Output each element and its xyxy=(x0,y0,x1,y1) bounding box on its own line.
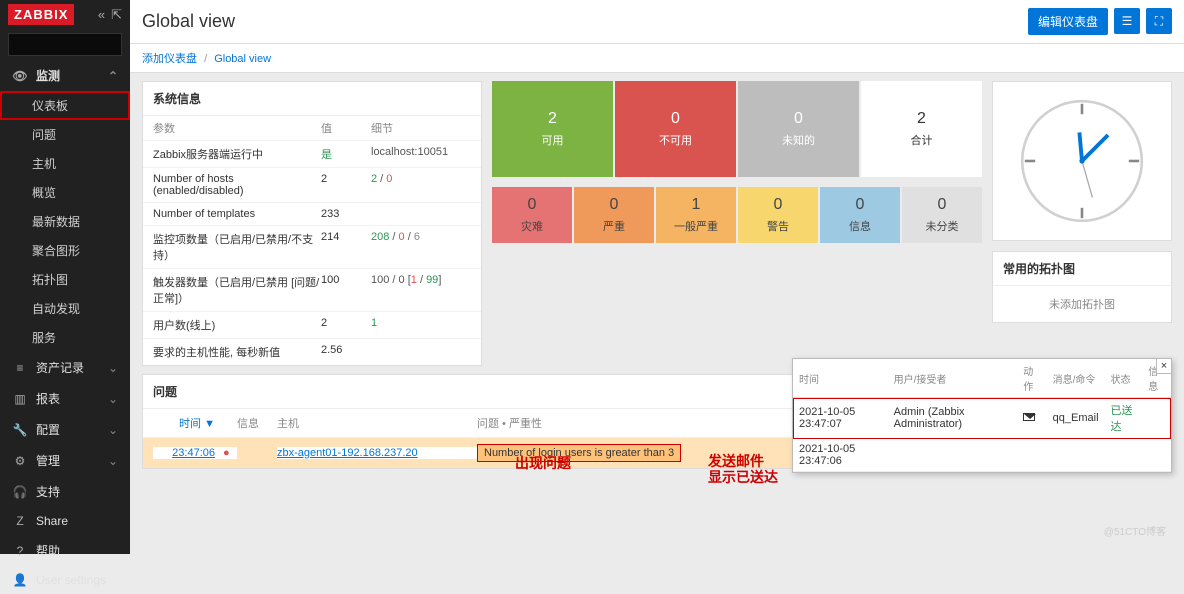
sysinfo-row: Number of templates233 xyxy=(143,202,481,225)
tile[interactable]: 0未分类 xyxy=(902,187,982,243)
sysinfo-row: 监控项数量（已启用/已禁用/不支持）214208 / 0 / 6 xyxy=(143,225,481,268)
close-icon[interactable]: × xyxy=(1156,358,1172,374)
sysinfo-row: 触发器数量（已启用/已禁用 [问题/正常]）100100 / 0 [1 / 99… xyxy=(143,268,481,311)
page-title: Global view xyxy=(142,11,235,32)
user-icon: 👤 xyxy=(12,573,28,587)
col-param: 参数 xyxy=(153,120,321,136)
sidebar-item-7[interactable]: 自动发现 xyxy=(0,294,130,323)
tile[interactable]: 1一般严重 xyxy=(656,187,736,243)
sysinfo-row: 要求的主机性能, 每秒新值2.56 xyxy=(143,338,481,365)
topology-title: 常用的拓扑图 xyxy=(993,252,1171,286)
clock-widget xyxy=(992,81,1172,241)
crumb-current[interactable]: Global view xyxy=(214,53,271,65)
action-popup: × 时间 用户/接受者 动作 消息/命令 状态 信息 2021-10-05 23… xyxy=(792,358,1172,473)
col-time[interactable]: 时间 ▼ xyxy=(153,415,223,431)
tile[interactable]: 0严重 xyxy=(574,187,654,243)
edit-dashboard-button[interactable]: 编辑仪表盘 xyxy=(1028,8,1108,35)
tile[interactable]: 2可用 xyxy=(492,81,613,177)
search-input-wrap: 🔍 xyxy=(8,33,122,56)
chevron-down-icon: ⌄ xyxy=(108,361,118,375)
system-info-title: 系统信息 xyxy=(143,82,481,116)
tile[interactable]: 2合计 xyxy=(861,81,982,177)
popup-col-time: 时间 xyxy=(793,359,888,398)
menu-user[interactable]: 👤User settings xyxy=(0,566,130,594)
menu-share[interactable]: ZShare xyxy=(0,507,130,535)
chevron-up-icon: ⌃ xyxy=(108,69,118,83)
sidebar-item-5[interactable]: 聚合图形 xyxy=(0,236,130,265)
sidebar-item-6[interactable]: 拓扑图 xyxy=(0,265,130,294)
menu-reports[interactable]: ▥报表⌄ xyxy=(0,383,130,414)
menu-admin[interactable]: ⚙管理⌄ xyxy=(0,445,130,476)
popup-col-action: 动作 xyxy=(1017,359,1046,398)
popout-icon[interactable]: ⇱ xyxy=(111,7,122,23)
topology-panel: 常用的拓扑图 未添加拓扑图 xyxy=(992,251,1172,323)
help-icon: ? xyxy=(12,544,28,558)
sysinfo-row: 用户数(线上)21 xyxy=(143,311,481,338)
breadcrumb: 添加仪表盘 / Global view xyxy=(130,44,1184,73)
sidebar: ZABBIX « ⇱ 🔍 👁 监测 ⌃ 仪表板问题主机概览最新数据聚合图形拓扑图… xyxy=(0,0,130,554)
sidebar-item-1[interactable]: 问题 xyxy=(0,120,130,149)
eye-icon: 👁 xyxy=(12,69,28,83)
sidebar-item-2[interactable]: 主机 xyxy=(0,149,130,178)
topbar: Global view 编辑仪表盘 ☰ ⛶ xyxy=(130,0,1184,44)
menu-support[interactable]: 🎧支持 xyxy=(0,476,130,507)
popup-row: 2021-10-05 23:47:07Admin (Zabbix Adminis… xyxy=(793,398,1171,439)
chart-icon: ▥ xyxy=(12,392,28,406)
menu-monitor[interactable]: 👁 监测 ⌃ xyxy=(0,60,130,91)
popup-row: 2021-10-05 23:47:06 xyxy=(793,439,1171,472)
mail-icon xyxy=(1023,413,1035,421)
tile[interactable]: 0警告 xyxy=(738,187,818,243)
list-icon: ≡ xyxy=(12,361,28,375)
gear-icon: ⚙ xyxy=(12,454,28,468)
tile[interactable]: 0不可用 xyxy=(615,81,736,177)
middle-column: 2可用0不可用0未知的2合计 0灾难0严重1一般严重0警告0信息0未分类 xyxy=(492,81,982,366)
popup-col-user: 用户/接受者 xyxy=(888,359,1018,398)
host-tiles: 2可用0不可用0未知的2合计 xyxy=(492,81,982,177)
popup-col-status: 状态 xyxy=(1105,359,1143,398)
col-detail: 细节 xyxy=(371,120,471,136)
menu-monitor-label: 监测 xyxy=(36,67,60,84)
system-info-panel: 系统信息 参数 值 细节 Zabbix服务器端运行中是localhost:100… xyxy=(142,81,482,366)
chevron-down-icon: ⌄ xyxy=(108,392,118,406)
chevron-down-icon: ⌄ xyxy=(108,423,118,437)
menu-inventory[interactable]: ≡资产记录⌄ xyxy=(0,352,130,383)
clock-icon xyxy=(1017,96,1147,226)
severity-tiles: 0灾难0严重1一般严重0警告0信息0未分类 xyxy=(492,187,982,243)
support-icon: 🎧 xyxy=(12,485,28,499)
menu-config[interactable]: 🔧配置⌄ xyxy=(0,414,130,445)
col-host: 主机 xyxy=(277,415,477,431)
problem-host[interactable]: zbx-agent01-192.168.237.20 xyxy=(277,447,418,459)
menu-help[interactable]: ?帮助 xyxy=(0,535,130,566)
share-icon: Z xyxy=(12,514,28,528)
menu-button[interactable]: ☰ xyxy=(1114,8,1140,34)
crumb-add[interactable]: 添加仪表盘 xyxy=(142,53,197,65)
sysinfo-row: Zabbix服务器端运行中是localhost:10051 xyxy=(143,140,481,167)
popup-col-message: 消息/命令 xyxy=(1047,359,1105,398)
chevron-down-icon: ⌄ xyxy=(108,454,118,468)
sysinfo-row: Number of hosts (enabled/disabled)22 / 0 xyxy=(143,167,481,202)
tile[interactable]: 0未知的 xyxy=(738,81,859,177)
logo: ZABBIX xyxy=(8,4,74,25)
right-column: 常用的拓扑图 未添加拓扑图 xyxy=(992,81,1172,366)
col-info: 信息 xyxy=(237,415,277,431)
fullscreen-button[interactable]: ⛶ xyxy=(1146,8,1172,34)
sidebar-item-3[interactable]: 概览 xyxy=(0,178,130,207)
watermark: @51CTO博客 xyxy=(1104,523,1166,538)
sidebar-item-4[interactable]: 最新数据 xyxy=(0,207,130,236)
logo-row: ZABBIX « ⇱ xyxy=(0,0,130,29)
problem-time[interactable]: 23:47:06 xyxy=(172,447,215,459)
col-value: 值 xyxy=(321,120,371,136)
topology-empty: 未添加拓扑图 xyxy=(993,286,1171,322)
sidebar-item-0[interactable]: 仪表板 xyxy=(0,91,130,120)
tile[interactable]: 0灾难 xyxy=(492,187,572,243)
problems-title: 问题 xyxy=(153,383,177,400)
problem-name[interactable]: Number of login users is greater than 3 xyxy=(477,444,681,462)
wrench-icon: 🔧 xyxy=(12,423,28,437)
collapse-icon[interactable]: « xyxy=(98,7,105,23)
tile[interactable]: 0信息 xyxy=(820,187,900,243)
sidebar-item-8[interactable]: 服务 xyxy=(0,323,130,352)
